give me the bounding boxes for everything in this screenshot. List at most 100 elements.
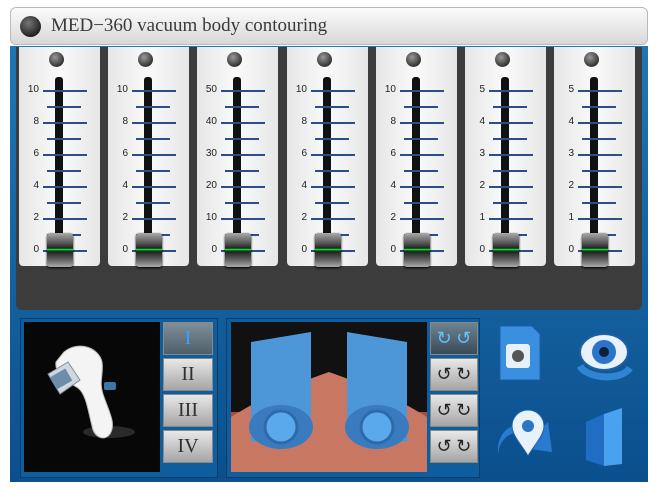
- handpiece-image: [24, 322, 160, 472]
- fader-1[interactable]: 10 8 6 4 2 0: [19, 47, 100, 267]
- fader-indicator-icon: [138, 52, 153, 67]
- fader-tick: [311, 186, 355, 188]
- fader-handle[interactable]: [225, 233, 251, 267]
- rotation-mode-button-2[interactable]: ↺ ↻: [430, 358, 478, 391]
- level-button-2[interactable]: II: [163, 358, 213, 391]
- rotation-mode-button-3[interactable]: ↺ ↻: [430, 394, 478, 427]
- fader-track[interactable]: [323, 77, 331, 259]
- fader-track[interactable]: [55, 77, 63, 259]
- fader-tick: [225, 202, 259, 204]
- fader-tick: [47, 106, 81, 108]
- fader-tick: [404, 202, 438, 204]
- fader-tick: [43, 90, 87, 92]
- fader-tick: [493, 106, 527, 108]
- fader-tick: [132, 154, 176, 156]
- fader-tick: [400, 154, 444, 156]
- fader-5[interactable]: 10 8 6 4 2 0: [376, 47, 457, 267]
- fader-scale-label: 6: [301, 148, 307, 159]
- fader-tick: [132, 186, 176, 188]
- fader-track[interactable]: [412, 77, 420, 259]
- fader-4[interactable]: 10 8 6 4 2 0: [287, 47, 368, 267]
- fader-tick: [404, 106, 438, 108]
- fader-indicator-icon: [406, 52, 421, 67]
- fader-tick: [578, 154, 622, 156]
- fader-tick: [221, 90, 265, 92]
- location-icon[interactable]: [492, 404, 556, 473]
- fader-tick: [315, 106, 349, 108]
- fader-handle[interactable]: [493, 233, 519, 267]
- fader-tick: [47, 170, 81, 172]
- fader-scale-label: 0: [33, 244, 39, 255]
- fader-track[interactable]: [233, 77, 241, 259]
- fader-track[interactable]: [501, 77, 509, 259]
- fader-tick: [578, 186, 622, 188]
- fader-scale-label: 2: [33, 212, 39, 223]
- fader-tick: [582, 138, 616, 140]
- fader-tick: [47, 202, 81, 204]
- fader-tick: [311, 154, 355, 156]
- fader-track[interactable]: [590, 77, 598, 259]
- fader-scale-label: 1: [479, 212, 485, 223]
- fader-tick: [315, 138, 349, 140]
- fader-scale-label: 2: [479, 180, 485, 191]
- fader-scale-label: 1: [568, 212, 574, 223]
- fader-tick: [47, 138, 81, 140]
- fader-tick: [311, 90, 355, 92]
- fader-handle[interactable]: [136, 233, 162, 267]
- fader-handle[interactable]: [315, 233, 341, 267]
- handpiece-icon: [47, 345, 135, 439]
- rotation-mode-button-1[interactable]: ↻ ↺: [430, 322, 478, 355]
- fader-handle[interactable]: [47, 233, 73, 267]
- fader-tick: [43, 186, 87, 188]
- fader-scale-label: 4: [390, 180, 396, 191]
- save-icon[interactable]: [494, 322, 546, 389]
- fader-scale-label: 4: [33, 180, 39, 191]
- fader-scale-label: 6: [390, 148, 396, 159]
- fader-tick: [489, 154, 533, 156]
- fader-tick: [132, 90, 176, 92]
- fader-scale-label: 10: [116, 84, 128, 95]
- fader-scale-label: 8: [390, 116, 396, 127]
- fader-tick: [225, 106, 259, 108]
- fader-2[interactable]: 10 8 6 4 2 0: [108, 47, 189, 267]
- fader-handle[interactable]: [404, 233, 430, 267]
- fader-handle[interactable]: [582, 233, 608, 267]
- fader-tick: [136, 202, 170, 204]
- fader-tick: [582, 202, 616, 204]
- fader-scale-label: 0: [568, 244, 574, 255]
- fader-tick: [221, 186, 265, 188]
- fader-tick: [578, 218, 622, 220]
- fader-7[interactable]: 5 4 3 2 1 0: [554, 47, 635, 267]
- fader-scale-label: 2: [122, 212, 128, 223]
- fader-tick: [43, 122, 87, 124]
- fader-indicator-icon: [584, 52, 599, 67]
- fader-scale-label: 8: [122, 116, 128, 127]
- fader-tick: [43, 218, 87, 220]
- building-icon[interactable]: [580, 404, 630, 473]
- fader-scale-label: 20: [205, 180, 217, 191]
- fader-3[interactable]: 50 40 30 20 10 0: [197, 47, 278, 267]
- fader-tick: [489, 122, 533, 124]
- fader-scale-label: 4: [568, 116, 574, 127]
- eye-refresh-icon[interactable]: [572, 328, 636, 389]
- fader-tick: [221, 122, 265, 124]
- rotation-mode-button-4[interactable]: ↺ ↻: [430, 430, 478, 463]
- fader-tick: [489, 218, 533, 220]
- fader-tick: [400, 90, 444, 92]
- level-button-4[interactable]: IV: [163, 430, 213, 463]
- fader-tick: [136, 170, 170, 172]
- level-button-1[interactable]: I: [163, 322, 213, 355]
- fader-tick: [315, 202, 349, 204]
- level-button-3[interactable]: III: [163, 394, 213, 427]
- fader-scale-label: 10: [205, 212, 217, 223]
- fader-6[interactable]: 5 4 3 2 1 0: [465, 47, 546, 267]
- fader-scale-label: 4: [301, 180, 307, 191]
- fader-tick: [315, 170, 349, 172]
- rollers-icon: [231, 332, 427, 472]
- fader-tick: [489, 90, 533, 92]
- fader-indicator-icon: [49, 52, 64, 67]
- fader-track[interactable]: [144, 77, 152, 259]
- fader-scale-label: 40: [205, 116, 217, 127]
- fader-scale-label: 2: [390, 212, 396, 223]
- fader-tick: [132, 218, 176, 220]
